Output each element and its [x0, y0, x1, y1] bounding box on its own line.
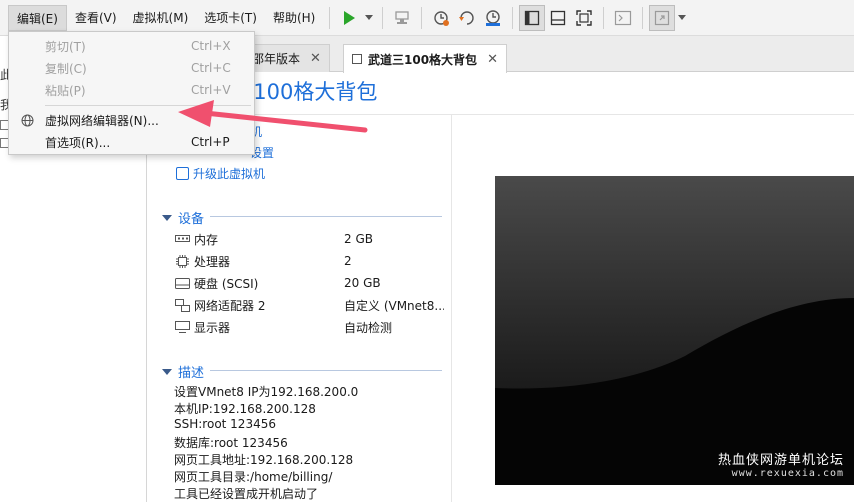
- menu-item-label: 复制(C): [45, 61, 87, 76]
- description-line: SSH:root 123456: [174, 417, 276, 431]
- watermark-title: 热血侠网游单机论坛: [717, 453, 844, 468]
- memory-icon: [175, 233, 190, 245]
- action-label: 升级此虚拟机: [193, 167, 266, 181]
- close-icon[interactable]: ✕: [310, 51, 321, 66]
- device-name: 硬盘 (SCSI): [194, 276, 259, 291]
- device-value: 自动检测: [344, 320, 393, 335]
- dropdown-arrow-icon[interactable]: [675, 5, 689, 31]
- description-line: 本机IP:192.168.200.128: [174, 402, 316, 416]
- tab-vm-1-label: 邵年版本: [252, 52, 301, 66]
- toolbar-separator: [603, 6, 605, 29]
- device-value: 自定义 (VMnet8...: [344, 298, 444, 313]
- section-divider: [210, 370, 442, 371]
- collapse-triangle-icon: [162, 214, 172, 221]
- tab-vm-2[interactable]: 武道三100格大背包 ✕: [343, 44, 507, 73]
- thumbnail-view-icon[interactable]: [545, 5, 571, 31]
- toolbar-separator: [382, 6, 384, 29]
- description-line: 设置VMnet8 IP为192.168.200.0: [174, 385, 359, 399]
- divider: [451, 114, 452, 502]
- fullscreen-icon[interactable]: [571, 5, 597, 31]
- device-row[interactable]: 显示器 自动检测: [175, 317, 445, 337]
- menu-tabs[interactable]: 选项卡(T): [196, 5, 265, 31]
- toolbar-separator: [642, 6, 644, 29]
- menu-help[interactable]: 帮助(H): [265, 5, 323, 31]
- cpu-icon: [175, 254, 190, 268]
- menu-item-label: 首选项(R)...: [45, 135, 111, 150]
- network-globe-icon: [9, 114, 45, 127]
- description-line: 网页工具地址:192.168.200.128: [174, 453, 354, 467]
- revert-snapshot-icon[interactable]: [454, 5, 480, 31]
- device-name: 显示器: [194, 320, 231, 335]
- device-name: 内存: [194, 232, 219, 247]
- play-icon[interactable]: [336, 5, 362, 31]
- menu-item-shortcut: Ctrl+C: [191, 61, 231, 75]
- preview-wave-graphic: [495, 176, 854, 485]
- devices-heading: 设备: [178, 212, 205, 227]
- menu-item-paste[interactable]: 粘贴(P) Ctrl+V: [9, 79, 254, 101]
- section-divider: [210, 216, 442, 217]
- network-adapter-icon: [175, 298, 190, 312]
- description-line: 网页工具目录:/home/billing/: [174, 470, 333, 484]
- close-icon[interactable]: ✕: [487, 52, 498, 67]
- menu-separator: [45, 105, 251, 106]
- menu-item-label: 剪切(T): [45, 39, 86, 54]
- edit-menu-dropdown: 剪切(T) Ctrl+X 复制(C) Ctrl+C 粘贴(P) Ctrl+V 虚…: [8, 31, 255, 155]
- menu-item-preferences[interactable]: 首选项(R)... Ctrl+P: [9, 131, 254, 153]
- device-row[interactable]: 内存 2 GB: [175, 229, 445, 249]
- vm-preview-screen[interactable]: 热血侠网游单机论坛 www.rexuexia.com: [495, 176, 854, 485]
- watermark-url: www.rexuexia.com: [731, 468, 844, 479]
- device-row[interactable]: 硬盘 (SCSI) 20 GB: [175, 273, 445, 293]
- snapshot-icon[interactable]: [428, 5, 454, 31]
- menu-item-shortcut: Ctrl+X: [191, 39, 231, 53]
- description-line: 工具已经设置成开机启动了: [174, 487, 319, 501]
- menu-view[interactable]: 查看(V): [67, 5, 125, 31]
- collapse-triangle-icon: [162, 368, 172, 375]
- console-icon[interactable]: [610, 5, 636, 31]
- tab-vm-1[interactable]: 邵年版本 ✕: [243, 44, 330, 72]
- menu-item-shortcut: Ctrl+V: [191, 83, 231, 97]
- vm-title: E100格大背包: [240, 80, 378, 104]
- device-row[interactable]: 网络适配器 2 自定义 (VMnet8...: [175, 295, 445, 315]
- suspend-icon[interactable]: [389, 5, 415, 31]
- devices-section-header[interactable]: 设备: [162, 208, 204, 227]
- menu-vm[interactable]: 虚拟机(M): [125, 5, 197, 31]
- watermark: 热血侠网游单机论坛 www.rexuexia.com: [718, 449, 844, 479]
- menu-item-label: 虚拟网络编辑器(N)...: [45, 113, 159, 128]
- description-section-header[interactable]: 描述: [162, 362, 204, 381]
- description-line: 数据库:root 123456: [174, 436, 288, 450]
- device-name: 处理器: [194, 254, 231, 269]
- snapshot-manager-icon[interactable]: [480, 5, 506, 31]
- toolbar-separator: [329, 6, 331, 29]
- toolbar-separator: [421, 6, 423, 29]
- tab-vm-2-label: 武道三100格大背包: [368, 52, 478, 67]
- dropdown-arrow-icon[interactable]: [362, 5, 376, 31]
- menu-item-cut[interactable]: 剪切(T) Ctrl+X: [9, 35, 254, 57]
- device-row[interactable]: 处理器 2: [175, 251, 445, 271]
- vm-icon: [352, 54, 362, 64]
- menu-item-virtual-network-editor[interactable]: 虚拟网络编辑器(N)...: [9, 109, 254, 131]
- device-name: 网络适配器 2: [194, 298, 266, 313]
- description-heading: 描述: [178, 366, 205, 381]
- device-value: 2 GB: [344, 232, 373, 246]
- upgrade-vm-link[interactable]: 升级此虚拟机: [176, 165, 265, 182]
- unity-icon[interactable]: [649, 4, 676, 31]
- device-value: 2: [344, 254, 352, 268]
- menu-item-copy[interactable]: 复制(C) Ctrl+C: [9, 57, 254, 79]
- device-value: 20 GB: [344, 276, 381, 290]
- upgrade-icon: [176, 167, 189, 180]
- menu-item-shortcut: Ctrl+P: [191, 135, 230, 149]
- disk-icon: [175, 277, 190, 289]
- toolbar-separator: [512, 6, 514, 29]
- monitor-icon: [175, 321, 190, 333]
- menu-edit[interactable]: 编辑(E): [8, 4, 67, 31]
- library-view-icon[interactable]: [519, 4, 546, 31]
- menu-item-label: 粘贴(P): [45, 83, 86, 98]
